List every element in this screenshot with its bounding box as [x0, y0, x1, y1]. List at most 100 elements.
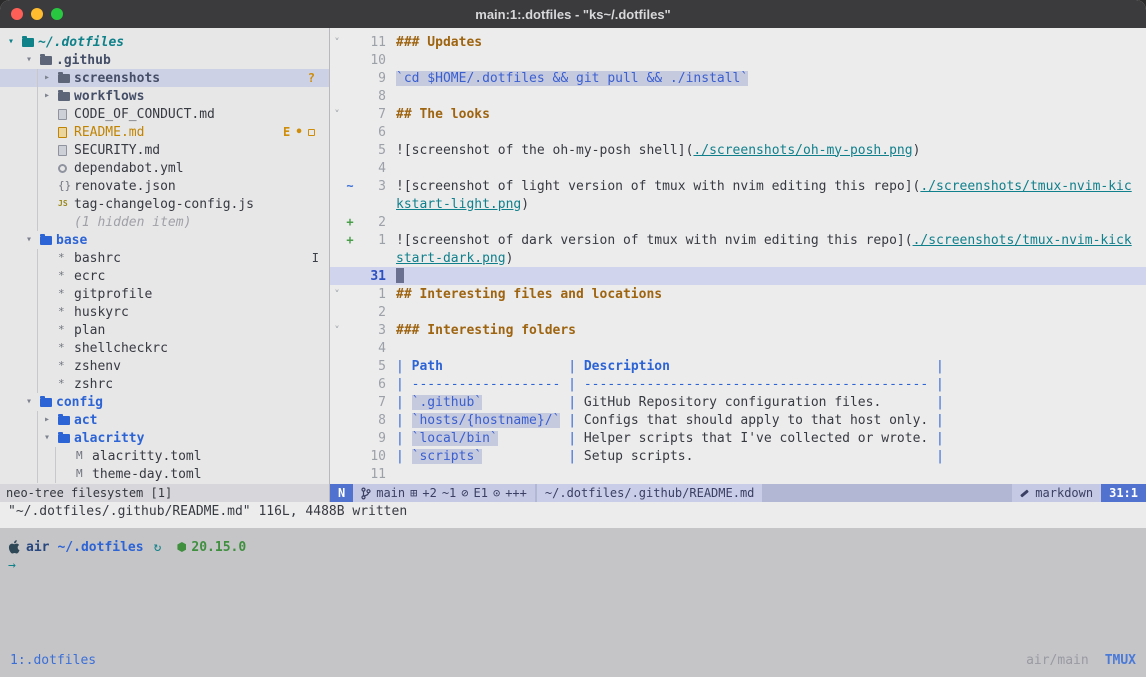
tree-item[interactable]: *huskyrc — [0, 303, 329, 321]
titlebar[interactable]: main:1:.dotfiles - "ks~/.dotfiles" — [0, 0, 1146, 28]
chevron-down-icon[interactable]: ▾ — [26, 51, 40, 69]
editor-line[interactable]: 11 — [330, 465, 1146, 483]
editor-line[interactable]: start-dark.png) — [330, 249, 1146, 267]
tree-item-label: shellcheckrc — [74, 341, 168, 356]
folder-icon — [40, 236, 52, 245]
icon-cell — [58, 416, 74, 425]
folder-icon — [22, 38, 34, 47]
tree-item-label: alacritty.toml — [92, 449, 202, 464]
tree-item[interactable]: JStag-changelog-config.js — [0, 195, 329, 213]
indent-guide — [26, 87, 44, 105]
tree-item[interactable]: (1 hidden item) — [0, 213, 329, 231]
tmux-window-item[interactable]: 1:.dotfiles — [10, 653, 96, 668]
statusline: N main ⊞ +2 ~1 ⊘ E1 ⊙ +++ ~/.dotfiles/.g… — [330, 484, 1146, 502]
chevron-right-icon[interactable]: ▸ — [44, 411, 58, 429]
tree-item-label: base — [56, 233, 87, 248]
tree-item[interactable]: CODE_OF_CONDUCT.md — [0, 105, 329, 123]
fold-open-icon[interactable]: ˅ — [330, 324, 344, 337]
chevron-right-icon[interactable]: ▸ — [44, 69, 58, 87]
tree-item[interactable]: *ecrc — [0, 267, 329, 285]
line-number: 1 — [356, 233, 386, 248]
tree-item[interactable]: *zshrc — [0, 375, 329, 393]
tree-item[interactable]: *gitprofile — [0, 285, 329, 303]
tree-item[interactable]: dependabot.yml — [0, 159, 329, 177]
editor-line[interactable]: ˅1## Interesting files and locations — [330, 285, 1146, 303]
editor-line[interactable]: 6 — [330, 123, 1146, 141]
tree-item[interactable]: ▾alacritty — [0, 429, 329, 447]
editor-line[interactable]: ˅3### Interesting folders — [330, 321, 1146, 339]
editor-line[interactable]: 8 — [330, 87, 1146, 105]
editor-line[interactable]: 2 — [330, 303, 1146, 321]
editor-line[interactable]: 7| `.github` | GitHub Repository configu… — [330, 393, 1146, 411]
tree-item[interactable]: ▾config — [0, 393, 329, 411]
editor-line[interactable]: ˅7## The looks — [330, 105, 1146, 123]
editor-line[interactable]: ˅11### Updates — [330, 33, 1146, 51]
tree-item[interactable]: SECURITY.md — [0, 141, 329, 159]
cmdline-message: "~/.dotfiles/.github/README.md" 116L, 44… — [0, 502, 1146, 528]
prompt-line: air ~/.dotfiles ↻ 20.15.0 — [8, 538, 1146, 556]
editor-line[interactable]: 9| `local/bin` | Helper scripts that I'v… — [330, 429, 1146, 447]
tree-item[interactable]: *shellcheckrc — [0, 339, 329, 357]
tree-item[interactable]: ▸act — [0, 411, 329, 429]
tree-item[interactable]: ▾~/.dotfiles — [0, 33, 329, 51]
editor-line[interactable]: 8| `hosts/{hostname}/` | Configs that sh… — [330, 411, 1146, 429]
fold-open-icon[interactable]: ˅ — [330, 108, 344, 121]
indent-guide — [8, 69, 26, 87]
editor-line[interactable]: +1![screenshot of dark version of tmux w… — [330, 231, 1146, 249]
indent-guide — [26, 195, 44, 213]
tree-item[interactable]: *zshenv — [0, 357, 329, 375]
close-button[interactable] — [11, 8, 23, 20]
editor-line[interactable]: 10 — [330, 51, 1146, 69]
editor-line[interactable]: +2 — [330, 213, 1146, 231]
editor-line[interactable]: 4 — [330, 339, 1146, 357]
tree-item[interactable]: *plan — [0, 321, 329, 339]
indent-guide — [26, 249, 44, 267]
tree-item[interactable]: Malacritty.toml — [0, 447, 329, 465]
diff-changed: ~1 — [442, 486, 456, 500]
neotree-panel[interactable]: ▾~/.dotfiles▾.github▸screenshots?▸workfl… — [0, 28, 330, 484]
tree-item[interactable]: README.mdE• — [0, 123, 329, 141]
javascript-icon: JS — [58, 195, 68, 213]
editor-line[interactable]: 31 — [330, 267, 1146, 285]
indent-guide — [26, 411, 44, 429]
fold-open-icon[interactable]: ˅ — [330, 36, 344, 49]
editor-line[interactable]: 6| ------------------- | ---------------… — [330, 375, 1146, 393]
indent-guide — [26, 321, 44, 339]
chevron-right-icon[interactable]: ▸ — [44, 87, 58, 105]
indent-guide — [8, 213, 26, 231]
editor-line[interactable]: 5![screenshot of the oh-my-posh shell](.… — [330, 141, 1146, 159]
shell-pane[interactable]: air ~/.dotfiles ↻ 20.15.0 → 1:.dotfiles … — [0, 528, 1146, 677]
tree-item[interactable]: ▸screenshots? — [0, 69, 329, 87]
tree-item-label: ecrc — [74, 269, 105, 284]
tree-item[interactable]: *bashrcI — [0, 249, 329, 267]
line-number: 2 — [356, 305, 386, 320]
zoom-button[interactable] — [51, 8, 63, 20]
tree-item[interactable]: Mtheme-day.toml — [0, 465, 329, 483]
editor-line[interactable]: 4 — [330, 159, 1146, 177]
editor-line[interactable]: 9`cd $HOME/.dotfiles && git pull && ./in… — [330, 69, 1146, 87]
editor-line[interactable]: 10| `scripts` | Setup scripts. | — [330, 447, 1146, 465]
chevron-down-icon[interactable]: ▾ — [26, 231, 40, 249]
chevron-down-icon[interactable]: ▾ — [44, 429, 58, 447]
fold-open-icon[interactable]: ˅ — [330, 288, 344, 301]
tree-item[interactable]: ▾.github — [0, 51, 329, 69]
line-text: ![screenshot of light version of tmux wi… — [396, 179, 1132, 194]
minimize-button[interactable] — [31, 8, 43, 20]
icon-cell: * — [58, 267, 74, 285]
terminal-window: main:1:.dotfiles - "ks~/.dotfiles" ▾~/.d… — [0, 0, 1146, 677]
line-number: 6 — [356, 125, 386, 140]
indent-guide — [26, 69, 44, 87]
tree-item[interactable]: ▸workflows — [0, 87, 329, 105]
tree-item[interactable]: ▾ base — [0, 231, 329, 249]
tree-item[interactable]: {}renovate.json — [0, 177, 329, 195]
prompt-input-line[interactable]: → — [8, 556, 1146, 574]
chevron-down-icon[interactable]: ▾ — [8, 33, 22, 51]
editor-pane[interactable]: ˅11### Updates109`cd $HOME/.dotfiles && … — [330, 28, 1146, 484]
editor-line[interactable]: kstart-light.png) — [330, 195, 1146, 213]
editor-line[interactable]: ~3![screenshot of light version of tmux … — [330, 177, 1146, 195]
chevron-down-icon[interactable]: ▾ — [26, 393, 40, 411]
file-icon — [58, 127, 67, 138]
line-number: 9 — [356, 431, 386, 446]
line-text: ![screenshot of the oh-my-posh shell](./… — [396, 143, 920, 158]
editor-line[interactable]: 5| Path | Description | — [330, 357, 1146, 375]
